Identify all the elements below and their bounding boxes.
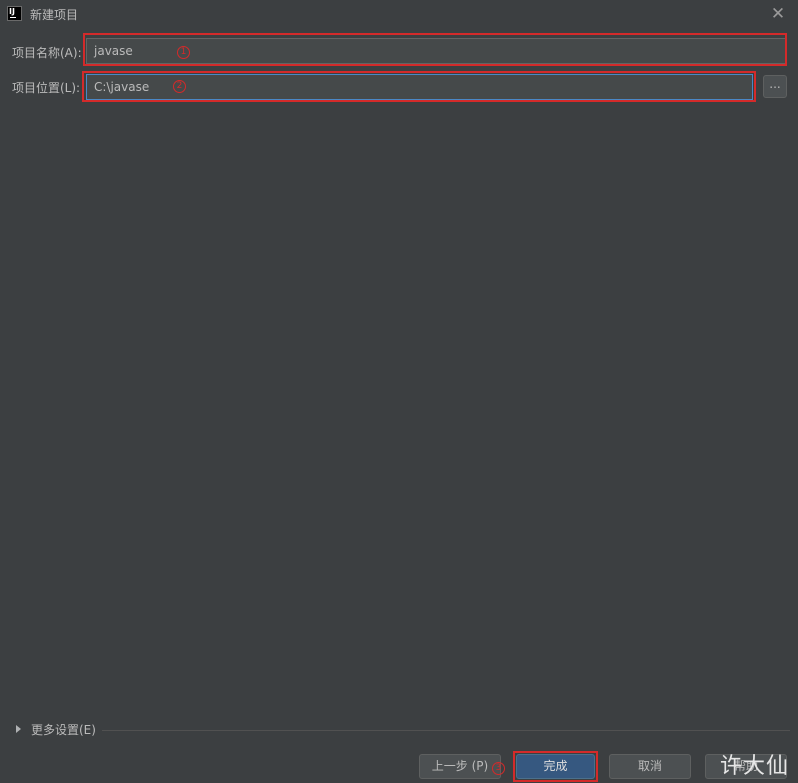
previous-button[interactable]: 上一步 (P) <box>419 754 501 779</box>
annotation-marker-1: 1 <box>177 46 190 59</box>
intellij-idea-icon: IJ <box>7 6 22 21</box>
project-name-value: javase <box>94 44 133 58</box>
close-icon[interactable]: ✕ <box>766 2 790 26</box>
app-icon-text: IJ <box>9 7 15 16</box>
app-icon-bar <box>10 17 16 18</box>
project-name-input[interactable]: javase <box>86 38 786 64</box>
finish-button[interactable]: 完成 <box>516 754 595 779</box>
project-location-input[interactable]: C:\javase <box>86 74 753 100</box>
cancel-button[interactable]: 取消 <box>609 754 691 779</box>
more-settings-label: 更多设置(E) <box>31 722 96 737</box>
more-settings-toggle[interactable]: 更多设置(E) <box>16 721 96 737</box>
more-settings-divider <box>102 730 790 731</box>
annotation-marker-2: 2 <box>173 80 186 93</box>
window-title: 新建项目 <box>30 8 79 22</box>
triangle-right-icon <box>16 725 21 733</box>
project-location-value: C:\javase <box>94 80 150 94</box>
watermark-text: 许大仙 <box>720 754 790 779</box>
browse-button[interactable]: ... <box>763 75 787 98</box>
project-name-label: 项目名称(A): <box>12 46 82 60</box>
title-bar: IJ 新建项目 ✕ <box>0 0 798 28</box>
annotation-marker-3: 3 <box>492 762 505 775</box>
project-location-label: 项目位置(L): <box>12 81 81 95</box>
